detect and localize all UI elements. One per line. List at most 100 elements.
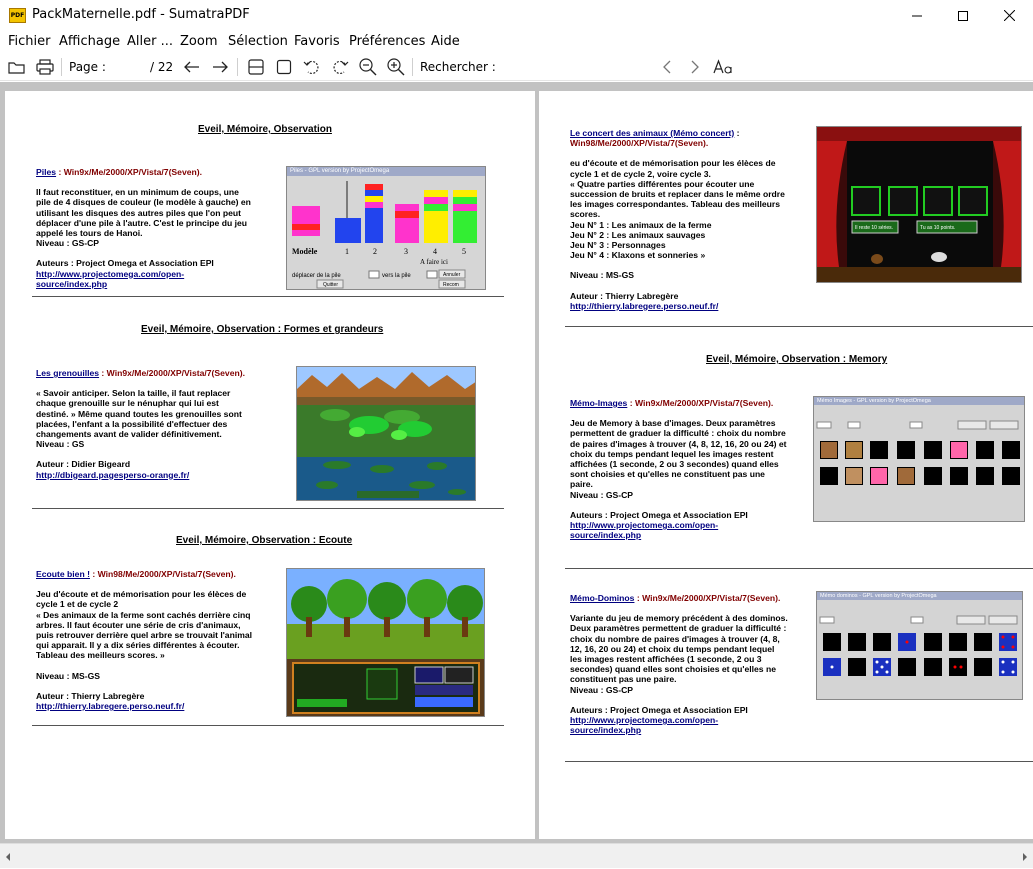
menu-fichier[interactable]: Fichier (8, 34, 51, 49)
concert-drawing: Il reste 10 séries. Tu as 10 points. (817, 127, 1021, 282)
entry-desc-line: sont choisies et qu'elles ne constituent… (570, 469, 765, 480)
horizontal-scrollbar[interactable] (0, 843, 1033, 868)
menu-favoris[interactable]: Favoris (294, 34, 340, 49)
entry-platforms: Win98/Me/2000/XP/Vista/7(Seven). (570, 138, 709, 149)
entry-url-link[interactable]: http://dbigeard.pagesperso-orange.fr/ (36, 470, 276, 480)
menu-selection[interactable]: Sélection (228, 34, 288, 49)
entry-desc-line: arbres. Il faut écouter une série de cri… (36, 619, 241, 630)
next-page-button[interactable] (208, 56, 232, 78)
entry-desc-line: choix du temps pendant lequel les images… (570, 448, 774, 459)
entry-niveau: Niveau : GS (36, 439, 85, 450)
entry-platforms: : Win98/Me/2000/XP/Vista/7(Seven). (89, 569, 236, 579)
entry-desc-line: cycle 1 et de cycle 2 (36, 599, 119, 610)
entry-url-link[interactable]: http://thierry.labregere.perso.neuf.fr/ (36, 701, 286, 711)
entry-url-link[interactable]: source/index.php (570, 530, 806, 540)
printer-icon (36, 59, 54, 75)
scroll-right-button[interactable] (1017, 844, 1033, 869)
zoom-in-icon (387, 58, 405, 76)
screenshot-titlebar: Mémo dominos - GPL version by ProjectOme… (817, 592, 1022, 600)
entry-desc-line: « Des animaux de la ferme sont cachés de… (36, 609, 251, 620)
memo-images-screenshot-image: Mémo Images - GPL version by ProjectOmeg… (813, 396, 1025, 522)
find-previous-button[interactable] (655, 56, 679, 78)
entry-url-link[interactable]: http://thierry.labregere.perso.neuf.fr/ (570, 301, 820, 311)
rotate-right-icon (333, 60, 349, 75)
entry-url-link[interactable]: http://www.projectomega.com/open- (570, 715, 806, 725)
entry-niveau: Niveau : MS-GS (36, 670, 100, 681)
find-next-button[interactable] (683, 56, 707, 78)
screenshot-titlebar: Mémo Images - GPL version by ProjectOmeg… (814, 397, 1024, 405)
entry-desc-line: « Savoir anticiper. Selon la taille, il … (36, 388, 231, 399)
zoom-out-button[interactable] (356, 56, 380, 78)
menu-affichage[interactable]: Affichage (59, 34, 120, 49)
section-heading: Eveil, Mémoire, Observation : Memory (706, 354, 888, 365)
entry-platforms-prefix: : (734, 128, 740, 138)
document-canvas[interactable]: Eveil, Mémoire, Observation Piles : Win9… (0, 82, 1033, 843)
entry-desc-line: appelé les tours de Hanoi. (36, 228, 143, 239)
previous-page-button[interactable] (180, 56, 204, 78)
entry-desc-line: choix du nombre de paires d'images à tro… (570, 633, 780, 644)
entry-title-link[interactable]: Le concert des animaux (Mémo concert) (570, 128, 734, 138)
open-button[interactable] (5, 56, 29, 78)
entry-desc-line: paire. (570, 479, 593, 490)
entry-desc-line: Jeu de Memory à base d'images. Deux para… (570, 418, 776, 429)
entry-desc-line: destiné. » Même quand toutes les grenoui… (36, 408, 242, 419)
entry-desc-line: Variante du jeu de memory précédent à de… (570, 613, 788, 624)
page-label: Page : (69, 60, 106, 74)
zoom-in-button[interactable] (384, 56, 408, 78)
toolbar-separator (237, 58, 238, 76)
entry-desc-line: Deux paramètres permettent de graduer la… (570, 623, 787, 634)
entry-desc-line: utilisant les disques des autres piles q… (36, 207, 241, 218)
menu-aide[interactable]: Aide (431, 34, 460, 49)
match-case-button[interactable] (711, 56, 735, 78)
screenshot-titlebar: Piles - GPL version by ProjectOmega (287, 167, 485, 176)
maximize-icon (958, 10, 968, 21)
piles-column-label: 5 (462, 247, 466, 256)
entry-title-link[interactable]: Les grenouilles (36, 368, 99, 378)
scroll-left-button[interactable] (0, 844, 16, 869)
menu-aller[interactable]: Aller ... (127, 34, 173, 49)
maximize-button[interactable] (940, 0, 986, 31)
section-heading: Eveil, Mémoire, Observation : Formes et … (141, 324, 384, 335)
entry-authors: Auteurs : Project Omega et Association E… (570, 509, 748, 520)
minimize-button[interactable] (894, 0, 940, 31)
rotate-left-button[interactable] (300, 56, 324, 78)
entry-url-link[interactable]: http://www.projectomega.com/open- (570, 520, 806, 530)
search-label: Rechercher : (420, 60, 496, 74)
menu-zoom[interactable]: Zoom (180, 34, 217, 49)
entry-platforms: : Win9x/Me/2000/XP/Vista/7(Seven). (634, 593, 781, 603)
close-button[interactable] (986, 0, 1032, 31)
rotate-left-icon (303, 60, 319, 75)
rotate-right-button[interactable] (328, 56, 352, 78)
entry-desc-line: 12, 16, 20 ou 24) et choix du temps pend… (570, 643, 775, 654)
scroll-right-arrow-icon (1023, 852, 1027, 861)
entry-memo-dominos: Mémo-Dominos : Win9x/Me/2000/XP/Vista/7(… (570, 593, 806, 735)
entry-desc-line: Jeu N° 2 : Les animaux sauvages (570, 229, 706, 240)
entry-title-link[interactable]: Mémo-Images (570, 398, 627, 408)
fit-page-button[interactable] (272, 56, 296, 78)
entry-desc-line: changements avant de valider définitivem… (36, 429, 222, 440)
piles-restart-label: Recom (443, 282, 459, 288)
title-bar: PDF PackMaternelle.pdf - SumatraPDF (0, 0, 1033, 31)
entry-url-link[interactable]: source/index.php (570, 725, 806, 735)
concert-screenshot-image: Il reste 10 séries. Tu as 10 points. (816, 126, 1022, 283)
entry-title-link[interactable]: Mémo-Dominos (570, 593, 634, 603)
memo-dominos-drawing (819, 615, 1018, 676)
entry-desc-line: Jeu N° 4 : Klaxons et sonneries » (570, 250, 706, 261)
entry-desc-line: Tableau des meilleurs scores. » (36, 650, 165, 661)
folder-icon (8, 61, 25, 74)
entry-url-link[interactable]: source/index.php (36, 279, 276, 289)
zoom-out-icon (359, 58, 377, 76)
grenouilles-screenshot-image (296, 366, 476, 501)
entry-piles: Piles : Win9x/Me/2000/XP/Vista/7(Seven).… (36, 167, 276, 289)
entry-authors: Auteur : Didier Bigeard (36, 459, 131, 470)
entry-desc-line: constituent pas une paire. (570, 674, 677, 685)
print-button[interactable] (33, 56, 57, 78)
entry-desc-line: puis retrouver derrière quel arbre se tr… (36, 630, 253, 641)
fit-width-button[interactable] (244, 56, 268, 78)
ecoute-bien-drawing (287, 569, 484, 716)
menu-preferences[interactable]: Préférences (349, 34, 425, 49)
entry-title-link[interactable]: Ecoute bien ! (36, 569, 90, 579)
pdf-page-left: Eveil, Mémoire, Observation Piles : Win9… (5, 91, 535, 839)
entry-title-link[interactable]: Piles (36, 167, 56, 177)
entry-url-link[interactable]: http://www.projectomega.com/open- (36, 269, 276, 279)
